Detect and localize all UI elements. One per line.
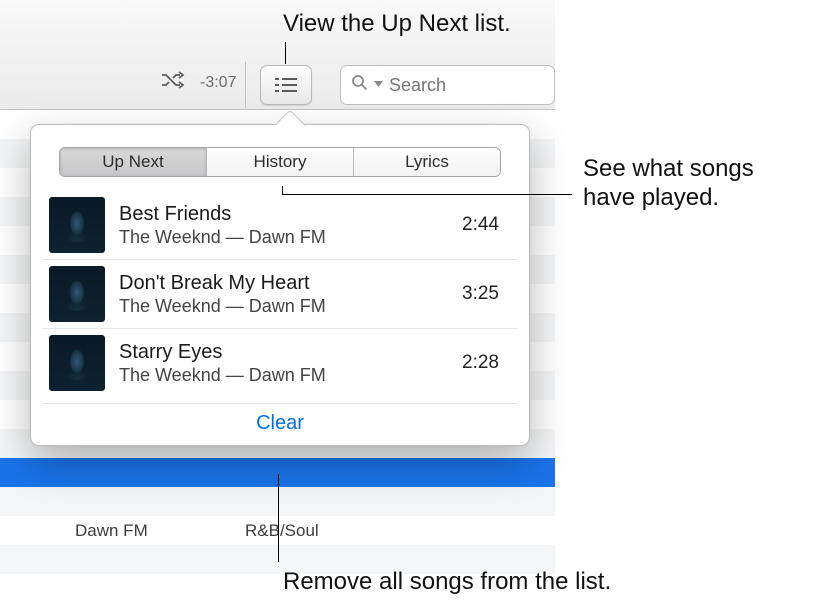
search-input[interactable] bbox=[389, 75, 519, 96]
track-row[interactable]: Best Friends The Weeknd — Dawn FM 2:44 bbox=[43, 191, 517, 259]
connector-line bbox=[278, 474, 279, 562]
track-list: Best Friends The Weeknd — Dawn FM 2:44 D… bbox=[43, 191, 517, 397]
album-art bbox=[49, 335, 105, 391]
clear-button[interactable]: Clear bbox=[256, 412, 304, 434]
track-subtitle: The Weeknd — Dawn FM bbox=[119, 295, 462, 318]
track-duration: 2:44 bbox=[462, 214, 499, 236]
callout-view-up-next: View the Up Next list. bbox=[283, 10, 511, 39]
track-row[interactable]: Starry Eyes The Weeknd — Dawn FM 2:28 bbox=[43, 328, 517, 397]
tab-lyrics[interactable]: Lyrics bbox=[354, 148, 500, 176]
track-subtitle: The Weeknd — Dawn FM bbox=[119, 226, 462, 249]
connector-line bbox=[282, 186, 283, 195]
track-duration: 3:25 bbox=[462, 283, 499, 305]
up-next-button[interactable] bbox=[260, 65, 312, 105]
tab-up-next[interactable]: Up Next bbox=[60, 148, 207, 176]
list-icon bbox=[273, 75, 299, 95]
connector-line bbox=[285, 42, 286, 64]
shuffle-icon[interactable] bbox=[160, 70, 186, 95]
album-art bbox=[49, 266, 105, 322]
time-remaining-label: -3:07 bbox=[200, 74, 236, 92]
album-art bbox=[49, 197, 105, 253]
connector-line bbox=[282, 194, 572, 195]
toolbar-divider bbox=[245, 62, 246, 108]
track-row[interactable]: Don't Break My Heart The Weeknd — Dawn F… bbox=[43, 259, 517, 328]
popover-tabs: Up Next History Lyrics bbox=[59, 147, 501, 177]
track-title: Don't Break My Heart bbox=[119, 271, 462, 295]
track-duration: 2:28 bbox=[462, 352, 499, 374]
callout-history: See what songs have played. bbox=[583, 155, 754, 213]
tab-history[interactable]: History bbox=[207, 148, 354, 176]
search-icon bbox=[351, 74, 368, 96]
album-cell: Dawn FM bbox=[75, 521, 245, 541]
callout-clear: Remove all songs from the list. bbox=[283, 568, 611, 597]
track-subtitle: The Weeknd — Dawn FM bbox=[119, 364, 462, 387]
genre-cell: R&B/Soul bbox=[245, 521, 319, 541]
chevron-down-icon[interactable] bbox=[374, 80, 383, 91]
track-title: Best Friends bbox=[119, 202, 462, 226]
track-title: Starry Eyes bbox=[119, 340, 462, 364]
search-field[interactable] bbox=[340, 65, 555, 105]
up-next-popover: Up Next History Lyrics Best Friends The … bbox=[30, 124, 530, 446]
